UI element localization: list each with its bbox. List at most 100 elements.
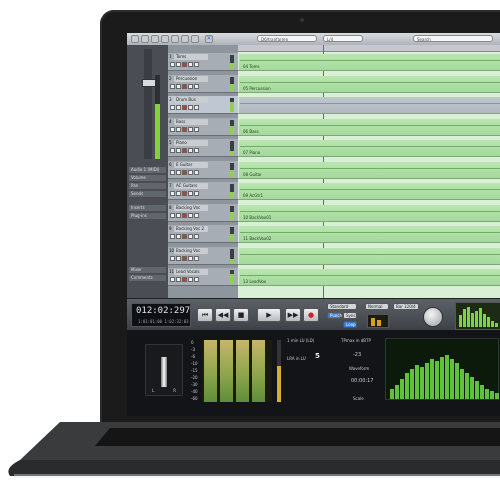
solo-button[interactable] [176,191,181,196]
audio-region[interactable] [239,247,500,264]
record-button[interactable]: ● [303,308,319,322]
monitor-button[interactable] [188,148,193,153]
track-header[interactable]: 6E Guitar [168,160,238,179]
track-header[interactable]: 5 Piano [168,139,238,157]
toolbar-button[interactable] [181,35,189,43]
record-arm-button[interactable] [182,255,187,261]
sync-button[interactable]: Sync [343,312,357,319]
locator-field[interactable]: L/4 [323,35,363,42]
read-button[interactable] [194,277,199,282]
record-arm-button[interactable] [182,234,187,239]
record-arm-button[interactable] [182,191,187,196]
read-button[interactable] [194,234,199,239]
audio-region[interactable] [239,97,500,113]
bar-dropdown[interactable]: Bar 120/4 [393,303,419,310]
record-arm-button[interactable] [182,148,187,153]
fader-handle[interactable] [142,79,156,87]
track-lane[interactable]: 06 Bass [238,118,500,136]
monitor-button[interactable] [188,255,193,261]
arrange-view[interactable]: 04 Toms 05 Percussion 06 Bass 07 Piano 08 Gu… [238,45,500,298]
inspector-row[interactable]: Volume [129,175,166,181]
audio-region[interactable]: 09 AcGtr1 [239,183,500,199]
fader-track[interactable] [142,49,156,159]
toolbar-button[interactable] [131,35,139,43]
read-button[interactable] [194,148,199,153]
solo-button[interactable] [176,212,181,218]
search-input[interactable]: Search [413,35,493,42]
audio-region[interactable]: 04 Toms [239,54,500,70]
toolbar-button[interactable] [141,35,149,43]
toolbar-button[interactable] [151,35,159,43]
track-header[interactable]: 2 Percussion [168,74,238,93]
project-field[interactable]: D6/tranfarren [257,35,317,42]
record-arm-button[interactable] [182,277,187,282]
solo-button[interactable] [176,277,181,282]
track-header[interactable]: 9 Backing Voc 2 [168,225,238,243]
mute-button[interactable] [170,277,175,282]
record-arm-button[interactable] [182,105,187,110]
monitor-button[interactable] [188,83,193,89]
track-lane[interactable]: 10 BackVox01 [238,204,500,222]
normal-dropdown[interactable]: Normal [365,303,389,310]
track-name[interactable]: Drum Bus [174,97,208,103]
track-name[interactable]: E Guitar [174,161,208,168]
master-volume-knob[interactable] [423,307,443,327]
mute-button[interactable] [170,191,175,196]
track-lane[interactable]: 09 AcGtr1 [238,182,500,200]
time-display[interactable]: 012:02:297 1:01:01:00 1:02:32:03 [131,303,191,327]
inspector-row[interactable]: Comments [129,275,166,281]
monitor-button[interactable] [188,126,193,132]
track-lane[interactable]: 07 Piano [238,139,500,157]
read-button[interactable] [194,191,199,196]
mode-dropdown[interactable]: Standard [327,303,357,310]
solo-button[interactable] [176,255,181,261]
mute-button[interactable] [170,234,175,239]
track-lane[interactable]: 13 LeadVox [238,268,500,286]
track-header[interactable]: 4 Bass [168,117,238,136]
mute-button[interactable] [170,83,175,89]
loop-button[interactable]: Loop [343,321,357,328]
mute-button[interactable] [170,126,175,132]
read-button[interactable] [194,126,199,132]
track-name[interactable]: Toms [174,54,208,60]
track-lane[interactable]: 05 Percussion [238,75,500,93]
mute-button[interactable] [170,212,175,218]
toolbar-button[interactable] [171,35,179,43]
solo-button[interactable] [176,148,181,153]
monitor-button[interactable] [188,234,193,239]
track-lane[interactable]: 08 Guitar [238,161,500,179]
audio-region[interactable]: 11 BackVox02 [239,226,500,242]
monitor-button[interactable] [188,277,193,282]
solo-button[interactable] [176,234,181,239]
inspector-row[interactable]: Audio 1 (MIDI) [129,167,166,173]
toolbar-button[interactable] [161,35,169,43]
track-lane[interactable]: 04 Toms [238,53,500,71]
audio-region[interactable]: 08 Guitar [239,161,500,178]
monitor-button[interactable] [188,62,193,67]
mute-button[interactable] [170,169,175,175]
mute-button[interactable] [170,148,175,153]
solo-button[interactable] [176,105,181,110]
solo-button[interactable] [176,169,181,175]
track-name[interactable]: Piano [174,140,208,146]
inspector-row[interactable]: Sends [129,191,166,197]
inspector-row[interactable]: Inserts [129,205,166,211]
read-button[interactable] [194,212,199,218]
inspector-row[interactable]: Pan [129,183,166,189]
timeline-ruler[interactable] [238,45,500,52]
mute-button[interactable] [170,62,175,67]
mute-button[interactable] [170,105,175,110]
read-button[interactable] [194,105,199,110]
monitor-button[interactable] [188,212,193,218]
inspector-row[interactable]: Mixer [129,267,166,273]
track-name[interactable]: Lead Vocals [174,269,208,275]
monitor-button[interactable] [188,169,193,175]
track-name[interactable]: Backing Voc [174,247,208,254]
read-button[interactable] [194,255,199,261]
audio-region[interactable]: 06 Bass [239,118,500,135]
punch-button[interactable]: Punch [327,312,342,319]
track-name[interactable]: Backing Voc [174,204,208,211]
forward-button[interactable]: ▶▶ [285,308,301,322]
track-lane[interactable]: 11 BackVox02 [238,225,500,243]
record-arm-button[interactable] [182,169,187,175]
